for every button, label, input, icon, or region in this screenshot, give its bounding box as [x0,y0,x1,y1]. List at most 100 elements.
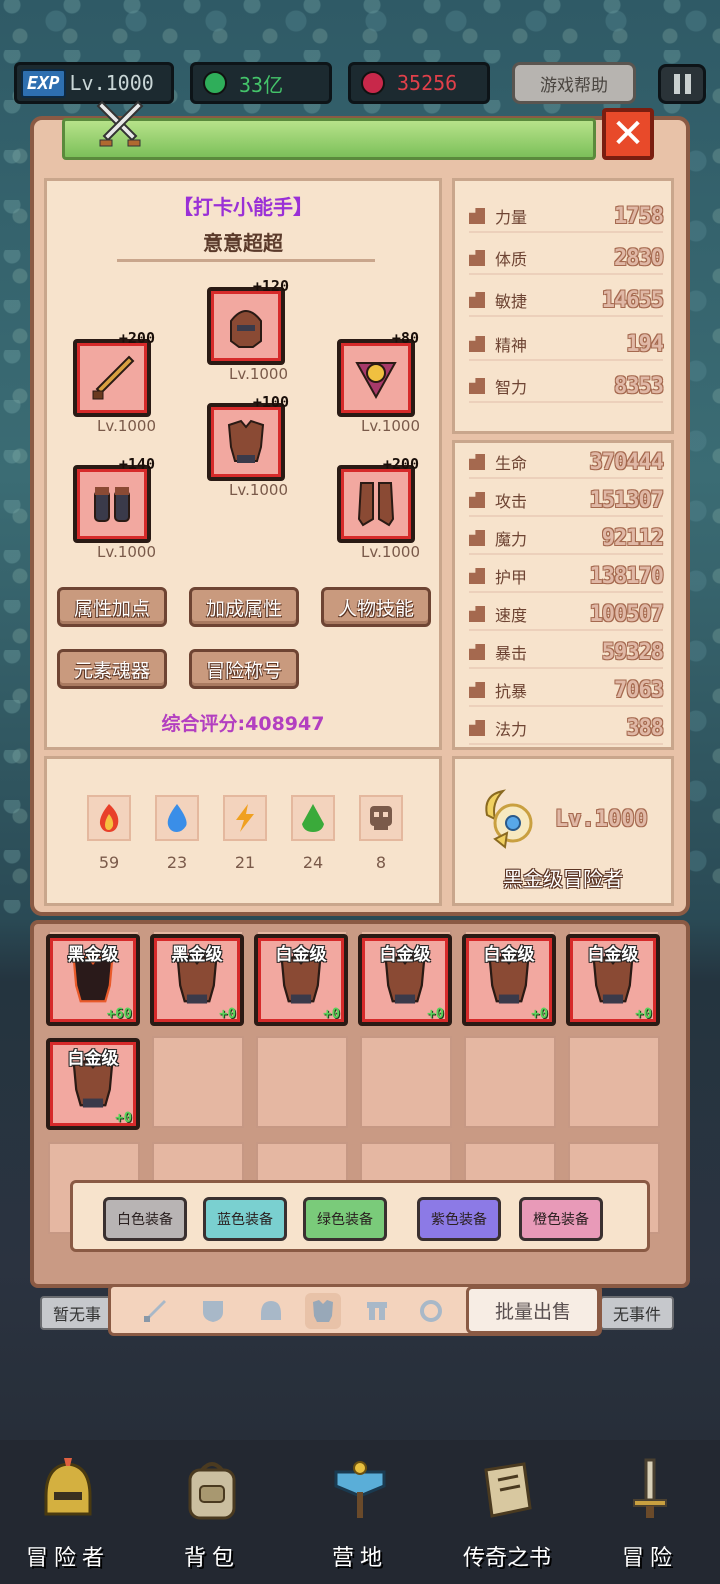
dark-element[interactable] [359,795,403,841]
filter-blue-button[interactable]: 蓝色装备 [203,1197,287,1241]
nav-adventure[interactable]: 冒险 [600,1450,700,1580]
tab-ring[interactable] [413,1293,449,1329]
stat-row-mana: 法力 388 [469,713,664,745]
armor-level: Lv.1000 [229,481,289,499]
stat-row-magic: 魔力 92112 [469,523,664,555]
brain-icon [469,378,485,394]
overall-score: 综合评分:408947 [161,713,325,735]
tab-armor[interactable] [305,1293,341,1329]
tab-shield[interactable] [195,1293,231,1329]
event-indicator-left: 暂无事 [40,1296,114,1330]
game-help-button[interactable]: 游戏帮助 [512,62,636,104]
filter-orange-button[interactable]: 橙色装备 [519,1197,603,1241]
inventory-item-armor[interactable]: 黑金级 +0 [150,934,244,1026]
filter-green-button[interactable]: 绿色装备 [303,1197,387,1241]
helmet-level: Lv.1000 [229,365,289,383]
stat-row-agility: 敏捷 14655 [469,285,664,317]
boot-icon [469,292,485,308]
ruby-amount: 35256 [397,71,458,95]
boots-level: Lv.1000 [361,543,421,561]
helmet-icon [230,310,262,348]
attribute-points-button[interactable]: 属性加点 [57,587,167,627]
inventory-item-armor[interactable]: 白金级 +0 [46,1038,140,1130]
helmet-icon [261,1301,281,1320]
armor-icon [313,1300,333,1322]
inventory-item-armor[interactable]: 黑金级 +60 [46,934,140,1026]
adventure-title-button[interactable]: 冒险称号 [189,649,299,689]
inventory-item-armor[interactable]: 白金级 +0 [566,934,660,1026]
gloves-icon [367,1302,387,1320]
sword-icon [92,355,135,400]
weapon-level: Lv.1000 [97,417,157,435]
inventory-slot[interactable] [256,1036,348,1128]
tab-helmet[interactable] [253,1293,289,1329]
exp-badge: EXP [21,68,66,98]
player-title[interactable]: 【打卡小能手】 [47,191,439,220]
pause-icon [673,74,680,94]
strength-icon [469,208,485,224]
close-button[interactable]: ✕ [602,108,654,160]
stat-row-intelligence: 智力 8353 [469,371,664,403]
boots-icon [357,482,395,527]
shield-icon [469,568,485,584]
stat-row-crit: 暴击 59328 [469,637,664,669]
bottom-navigation: 冒险者 背包 营地 传奇之书 冒险 [0,1440,720,1584]
water-count: 23 [166,853,188,872]
thunder-element[interactable] [223,795,267,841]
inventory-slot[interactable] [464,1036,556,1128]
gem-amount: 33亿 [239,72,284,97]
heart-icon [469,454,485,470]
inventory-item-armor[interactable]: 白金级 +0 [358,934,452,1026]
armor-slot[interactable]: +100 [207,393,289,481]
base-stats-card: 力量 1758 体质 2830 敏捷 14655 精神 194 智力 8353 [452,178,674,434]
amulet-slot[interactable]: +80 [337,329,419,417]
inventory-slot[interactable] [360,1036,452,1128]
nav-camp[interactable]: 营地 [310,1450,410,1580]
pause-button[interactable] [658,64,706,104]
bulk-sell-button[interactable]: 批量出售 [466,1286,600,1334]
fire-icon [99,804,119,832]
knight-helmet-icon [44,1458,92,1516]
event-indicator-right: 无事件 [600,1296,674,1330]
inventory-slot[interactable] [568,1036,660,1128]
player-level: Lv.1000 [69,71,154,95]
inventory-slot[interactable] [152,1036,244,1128]
nav-adventurer[interactable]: 冒险者 [18,1450,118,1580]
ring-icon [420,1300,442,1322]
water-icon [167,804,187,832]
weapon-plus: +200 [118,329,155,347]
nav-legend-book[interactable]: 传奇之书 [452,1450,562,1580]
ruby-currency: 35256 [348,62,490,104]
crossed-swords-icon [96,100,144,147]
stat-row-hp: 生命 370444 [469,447,664,479]
gloves-plus: +140 [118,455,155,473]
gem-currency: 33亿 [190,62,332,104]
crit-icon [469,644,485,660]
filter-purple-button[interactable]: 紫色装备 [417,1197,501,1241]
sword-icon [144,1300,166,1322]
element-soul-button[interactable]: 元素魂器 [57,649,167,689]
nav-backpack[interactable]: 背包 [162,1450,262,1580]
water-element[interactable] [155,795,199,841]
gloves-slot[interactable]: +140 [73,455,155,543]
fire-element[interactable] [87,795,131,841]
stat-row-attack: 攻击 151307 [469,485,664,517]
earth-element[interactable] [291,795,335,841]
gloves-icon [94,487,130,522]
stat-row-armor: 护甲 138170 [469,561,664,593]
inventory-item-armor[interactable]: 白金级 +0 [254,934,348,1026]
character-skills-button[interactable]: 人物技能 [321,587,431,627]
stat-row-constitution: 体质 2830 [469,243,664,275]
ruby-icon [361,71,385,95]
boots-slot[interactable]: +200 [337,455,419,543]
weapon-slot[interactable]: +200 [73,329,155,417]
helmet-slot[interactable]: +120 [207,277,289,365]
inventory-item-armor[interactable]: 白金级 +0 [462,934,556,1026]
tab-weapon[interactable] [137,1293,173,1329]
bonus-attributes-button[interactable]: 加成属性 [189,587,299,627]
tab-gloves[interactable] [359,1293,395,1329]
filter-white-button[interactable]: 白色装备 [103,1197,187,1241]
player-name: 意意超超 [203,231,283,255]
exp-level-display: EXP Lv.1000 [14,62,174,104]
amulet-icon [355,362,397,400]
